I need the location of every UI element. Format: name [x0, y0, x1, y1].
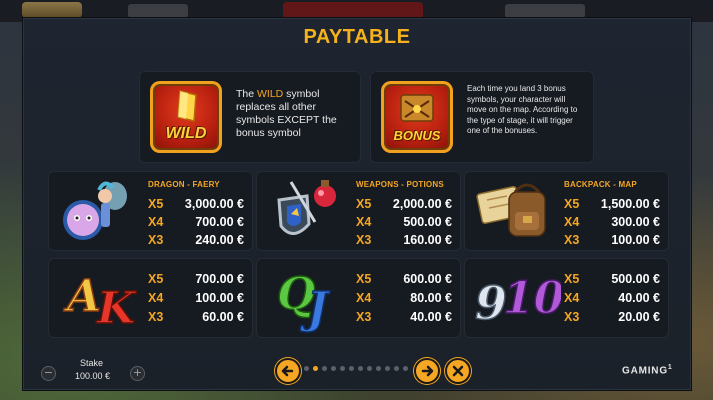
svg-text:10: 10: [503, 273, 561, 324]
close-button[interactable]: [445, 358, 471, 384]
paytable-card-ak: A K X5 700.00 € X4 100.00 € X3 60.00 €: [48, 258, 253, 338]
arrow-right-icon: [421, 365, 434, 377]
stake-value: 100.00 €: [75, 371, 111, 381]
paytable-panel: PAYTABLE WILD The WILD symbol replaces a…: [22, 17, 692, 391]
pay-row-x5: X5 3,000.00 €: [148, 197, 244, 211]
game-logo: [22, 2, 82, 18]
page-dot[interactable]: [304, 366, 309, 371]
pay-row-x5: X5 700.00 €: [148, 272, 244, 286]
pay-row-x3: X3 60.00 €: [148, 310, 244, 324]
wild-icon-label: WILD: [165, 125, 207, 142]
page-title: PAYTABLE: [303, 26, 411, 48]
prev-page-button[interactable]: [275, 358, 301, 384]
symbol-name: DRAGON - FAERY: [148, 180, 220, 189]
pay-row-x4: X4 300.00 €: [564, 215, 660, 229]
paytable-card-qj: Q J X5 600.00 € X4 80.00 € X3 40.00 €: [256, 258, 461, 338]
page-indicator: [304, 366, 410, 372]
page-dot[interactable]: [313, 366, 318, 371]
paytable-card-dragon-faery: DRAGON - FAERY X5 3,000.00 € X4 700.00 € X…: [48, 171, 253, 251]
pay-row-x4: X4 700.00 €: [148, 215, 244, 229]
bonus-description: Each time you land 3 bonus symbols, your…: [467, 84, 578, 135]
paytable-card-weapons-potions: WEAPONS - POTIONS X5 2,000.00 € X4 500.00 …: [256, 171, 461, 251]
arrow-left-icon: [281, 365, 294, 377]
pay-row-x3: X3 20.00 €: [564, 310, 660, 324]
close-icon: [452, 365, 464, 377]
page-dot[interactable]: [322, 366, 327, 371]
number-10-icon: 9 10: [474, 272, 561, 331]
svg-text:A: A: [63, 271, 101, 322]
weapons-potions-icon: [277, 180, 336, 235]
pay-row-x3: X3 40.00 €: [356, 310, 452, 324]
page-dot[interactable]: [385, 366, 390, 371]
backpack-map-icon: [476, 183, 546, 237]
pay-row-x4: X4 500.00 €: [356, 215, 452, 229]
page-dot[interactable]: [403, 366, 408, 371]
svg-text:K: K: [95, 283, 137, 334]
pay-row-x4: X4 100.00 €: [148, 291, 244, 305]
win-display: [505, 4, 585, 18]
pay-row-x5: X5 1,500.00 €: [564, 197, 660, 211]
pay-row-x4: X4 80.00 €: [356, 291, 452, 305]
ak-letters-icon: A K: [62, 270, 138, 335]
page-dot[interactable]: [376, 366, 381, 371]
dragon-faery-icon: [63, 181, 127, 240]
pay-row-x5: X5 2,000.00 €: [356, 197, 452, 211]
qj-letters-icon: Q J: [276, 268, 332, 335]
page-dot[interactable]: [331, 366, 336, 371]
symbol-name: WEAPONS - POTIONS: [356, 180, 444, 189]
bonus-icon-label: BONUS: [393, 128, 441, 143]
pay-row-x4: X4 40.00 €: [564, 291, 660, 305]
paytable-card-10: 9 10 X5 500.00 € X4 40.00 € X3 20.00 €: [464, 258, 669, 338]
brand-logo: GAMING1: [622, 364, 673, 377]
page-dot[interactable]: [358, 366, 363, 371]
symbol-name: BACKPACK - MAP: [564, 180, 637, 189]
page-dot[interactable]: [394, 366, 399, 371]
paytable-card-backpack-map: BACKPACK - MAP X5 1,500.00 € X4 300.00 € X…: [464, 171, 669, 251]
next-page-button[interactable]: [414, 358, 440, 384]
stake-decrease-button[interactable]: −: [41, 366, 56, 381]
pay-row-x5: X5 600.00 €: [356, 272, 452, 286]
page-dot[interactable]: [340, 366, 345, 371]
pay-row-x5: X5 500.00 €: [564, 272, 660, 286]
wild-info-card: WILD The WILD symbol replaces all other …: [139, 71, 361, 163]
page-dot[interactable]: [367, 366, 372, 371]
pay-row-x3: X3 240.00 €: [148, 233, 244, 247]
balance-display: [128, 4, 188, 18]
stake-increase-button[interactable]: +: [130, 366, 145, 381]
wild-description: The WILD symbol replaces all other symbo…: [236, 88, 337, 139]
bonus-symbol: BONUS: [381, 81, 453, 153]
wild-symbol: WILD: [150, 81, 222, 153]
pay-row-x3: X3 160.00 €: [356, 233, 452, 247]
stake-control: − Stake 100.00 € +: [38, 355, 148, 395]
pay-row-x3: X3 100.00 €: [564, 233, 660, 247]
bonus-info-card: BONUS Each time you land 3 bonus symbols…: [370, 71, 594, 163]
page-dot[interactable]: [349, 366, 354, 371]
stake-label: Stake: [80, 358, 104, 368]
